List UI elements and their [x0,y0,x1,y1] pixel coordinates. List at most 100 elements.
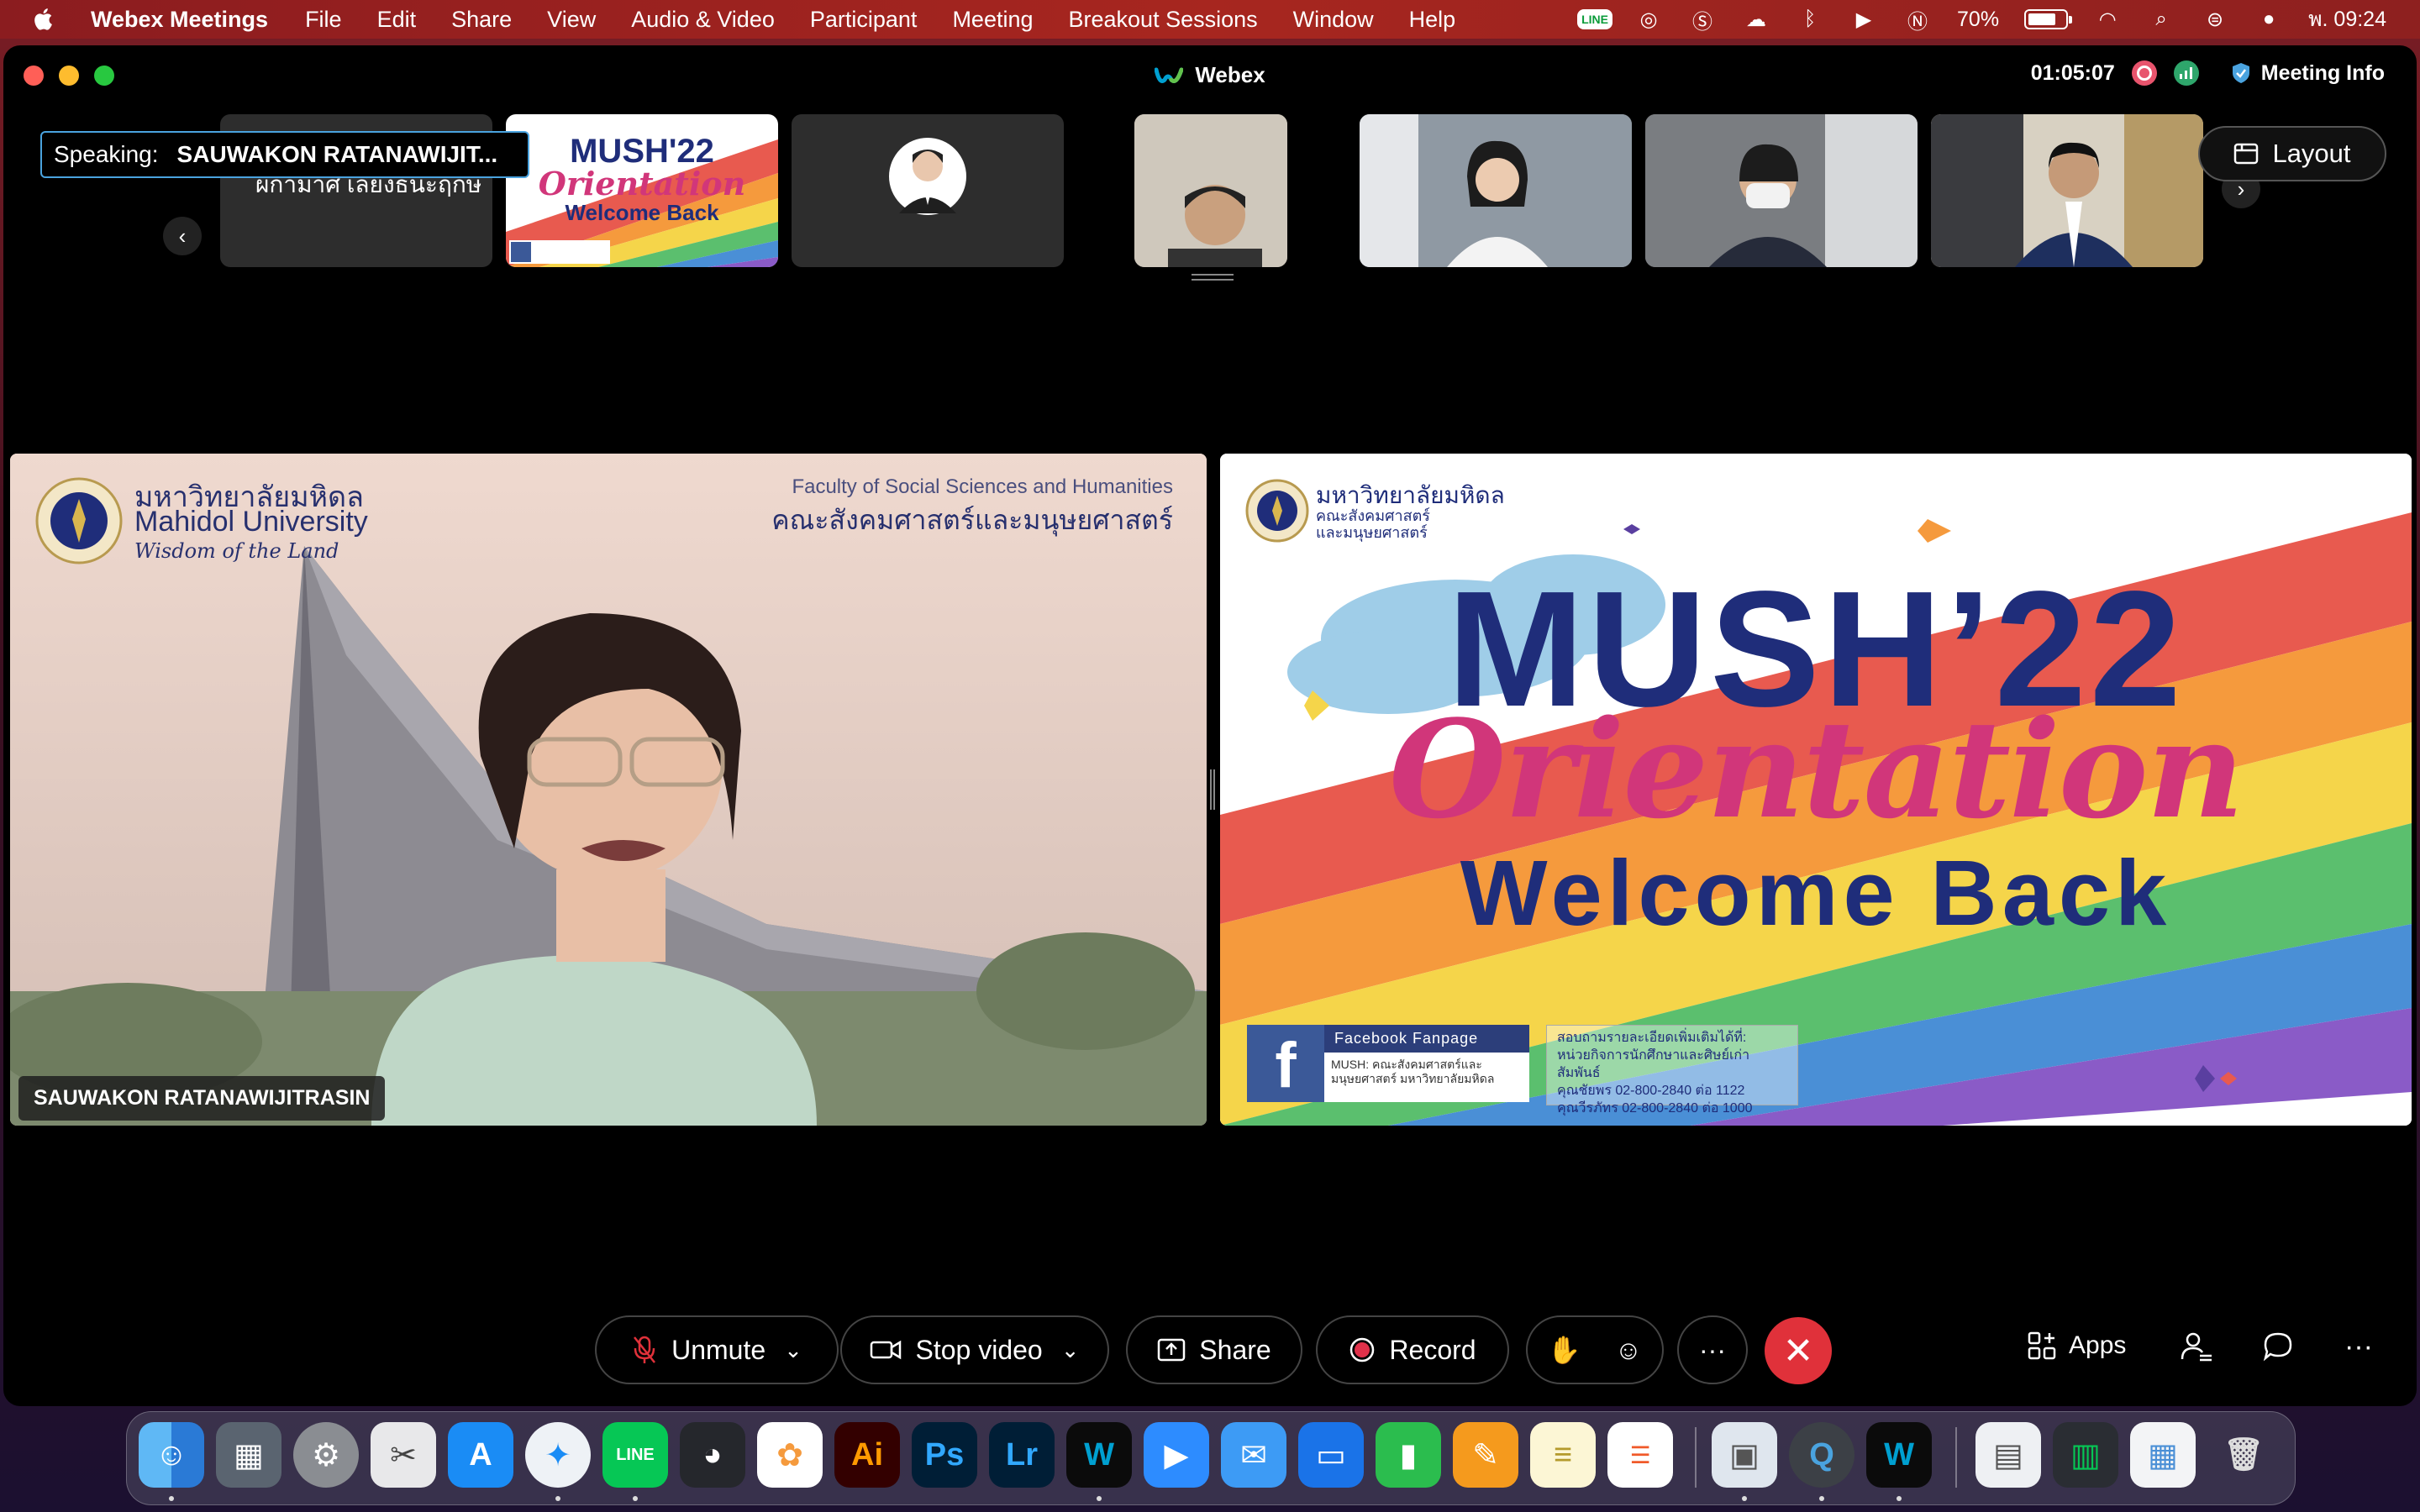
record-icon [1350,1337,1375,1362]
participant-tile-7[interactable] [1931,114,2203,267]
quicktime-dock-icon[interactable]: Q [1789,1422,1854,1488]
apple-icon[interactable] [32,7,57,32]
active-speaker-video[interactable]: มหาวิทยาลัยมหิดล Mahidol University Wisd… [10,454,1207,1126]
meeting-info-button[interactable]: Meeting Info [2231,61,2385,86]
keynote-dock-icon[interactable]: ▭ [1298,1422,1364,1488]
line-dock-icon[interactable]: LINE [602,1422,668,1488]
siri-icon[interactable]: ● [2254,7,2283,32]
spotlight-search-icon[interactable]: ⌕ [2147,7,2175,32]
menu-file[interactable]: File [305,7,342,33]
participant-tile-4[interactable] [1134,114,1287,267]
menu-share[interactable]: Share [451,7,512,33]
reactions-icon[interactable]: ☺ [1615,1335,1643,1366]
battery-icon[interactable] [2024,9,2073,29]
reminders-dock-icon[interactable]: ☰ [1607,1422,1673,1488]
unmute-button[interactable]: Unmute ⌄ [595,1315,839,1384]
webex-window: Webex 01:05:07 Meeting Info ผกามาศ เลี้ย… [3,45,2417,1406]
lightroom-dock-icon[interactable]: Lr [989,1422,1055,1488]
participant-tile-3[interactable] [792,114,1064,267]
layout-button[interactable]: Layout [2198,126,2386,181]
thumbnail-title-2: Orientation [538,165,746,202]
control-center-icon[interactable]: ⊜ [2201,7,2229,32]
menu-bar: Webex Meetings File Edit Share View Audi… [0,0,2420,39]
bluetooth-icon[interactable]: ᛒ [1796,7,1824,32]
university-motto: Wisdom of the Land [134,539,339,563]
creative-cloud-icon[interactable]: ◎ [1634,7,1663,32]
window-header-right: 01:05:07 Meeting Info [2031,60,2385,86]
slide-title-orientation: Orientation [1389,690,2244,848]
numbers-dock-icon[interactable]: ▮ [1376,1422,1441,1488]
webex-meetings-dock-icon[interactable]: W [1866,1422,1932,1488]
menu-meeting[interactable]: Meeting [952,7,1033,33]
wifi-icon[interactable]: ◠ [2093,7,2122,32]
filmstrip-resize-handle[interactable] [1192,274,1234,281]
participants-button[interactable] [2180,1331,2213,1362]
running-indicator [555,1496,560,1501]
minimized-window-thumbnail[interactable]: ▤ [1975,1422,2041,1488]
menu-participant[interactable]: Participant [810,7,918,33]
menu-audio-video[interactable]: Audio & Video [631,7,775,33]
launchpad-dock-icon[interactable]: ▦ [216,1422,281,1488]
webex-dock-icon[interactable]: W [1066,1422,1132,1488]
menu-edit[interactable]: Edit [377,7,417,33]
menu-window[interactable]: Window [1293,7,1374,33]
chat-button[interactable] [2262,1331,2294,1362]
photoshop-dock-icon[interactable]: Ps [912,1422,977,1488]
network-stats-icon[interactable] [2173,60,2199,86]
illustrator-dock-icon[interactable]: Ai [834,1422,900,1488]
minimized-window-thumbnail[interactable]: ▦ [2130,1422,2196,1488]
menu-view[interactable]: View [547,7,596,33]
trash-dock-icon[interactable]: 🗑 [2211,1422,2276,1488]
shared-content-view[interactable]: มหาวิทยาลัยมหิดล คณะสังคมศาสตร์ และมนุษย… [1220,454,2412,1126]
evernote-icon[interactable]: Ⓢ [1688,7,1717,34]
zoom-dock-icon[interactable]: ▶ [1144,1422,1209,1488]
raise-hand-icon[interactable]: ✋ [1548,1334,1581,1366]
mail-dock-icon[interactable]: ✉ [1221,1422,1286,1488]
video-options-chevron-icon[interactable]: ⌄ [1061,1337,1080,1363]
share-screen-icon [1158,1338,1186,1362]
university-name-english: Mahidol University [134,506,368,538]
menu-breakout-sessions[interactable]: Breakout Sessions [1069,7,1258,33]
leave-meeting-button[interactable]: ✕ [1765,1317,1832,1384]
preview-dock-icon[interactable]: ✂ [371,1422,436,1488]
chat-icon [2263,1332,2292,1362]
apps-icon [2028,1331,2056,1360]
reactions-group: ✋ ☺ [1526,1315,1664,1384]
play-icon[interactable]: ▶ [1849,7,1878,32]
apps-button[interactable]: Apps [2027,1331,2126,1361]
safari-dock-icon[interactable]: ✦ [525,1422,591,1488]
menu-help[interactable]: Help [1409,7,1456,33]
participant-video-5 [1360,114,1632,267]
davinci-resolve-dock-icon[interactable]: ◕ [680,1422,745,1488]
participant-tile-6[interactable] [1645,114,1918,267]
preview-recent-dock-icon[interactable]: ▣ [1712,1422,1777,1488]
participant-video-4 [1134,114,1287,267]
recording-status-icon[interactable] [2131,60,2157,86]
photos-dock-icon[interactable]: ✿ [757,1422,823,1488]
notion-icon[interactable]: Ⓝ [1903,7,1932,34]
more-options-button[interactable]: ··· [1677,1315,1748,1384]
finder-dock-icon[interactable]: ☺ [139,1422,204,1488]
system-preferences-dock-icon[interactable]: ⚙ [293,1422,359,1488]
share-button[interactable]: Share [1126,1315,1302,1384]
notes-dock-icon[interactable]: ≡ [1530,1422,1596,1488]
shared-content-thumbnail[interactable]: MUSH'22 Orientation Welcome Back [506,114,778,267]
minimized-window-thumbnail[interactable]: ▥ [2053,1422,2118,1488]
app-store-dock-icon[interactable]: A [448,1422,513,1488]
more-panels-button[interactable]: ··· [2344,1331,2373,1363]
line-tray-icon[interactable]: LINE [1577,7,1612,32]
running-indicator [169,1496,174,1501]
unmute-options-chevron-icon[interactable]: ⌄ [784,1337,802,1363]
participant-tile-5[interactable] [1360,114,1632,267]
stop-video-button[interactable]: Stop video ⌄ [840,1315,1109,1384]
facebook-icon: f [1247,1025,1324,1102]
slide-faculty-name: คณะสังคมศาสตร์ และมนุษยศาสตร์ [1316,507,1430,541]
app-menu[interactable]: Webex Meetings [91,7,268,33]
stage-resize-handle[interactable] [1210,769,1215,810]
cloud-icon[interactable]: ☁ [1742,7,1770,32]
pages-dock-icon[interactable]: ✎ [1453,1422,1518,1488]
filmstrip-prev-button[interactable]: ‹ [163,217,202,255]
record-button[interactable]: Record [1316,1315,1509,1384]
speaker-name-tag: SAUWAKON RATANAWIJITRASIN [18,1076,386,1121]
menubar-clock[interactable]: พ. 09:24 [2308,3,2386,36]
